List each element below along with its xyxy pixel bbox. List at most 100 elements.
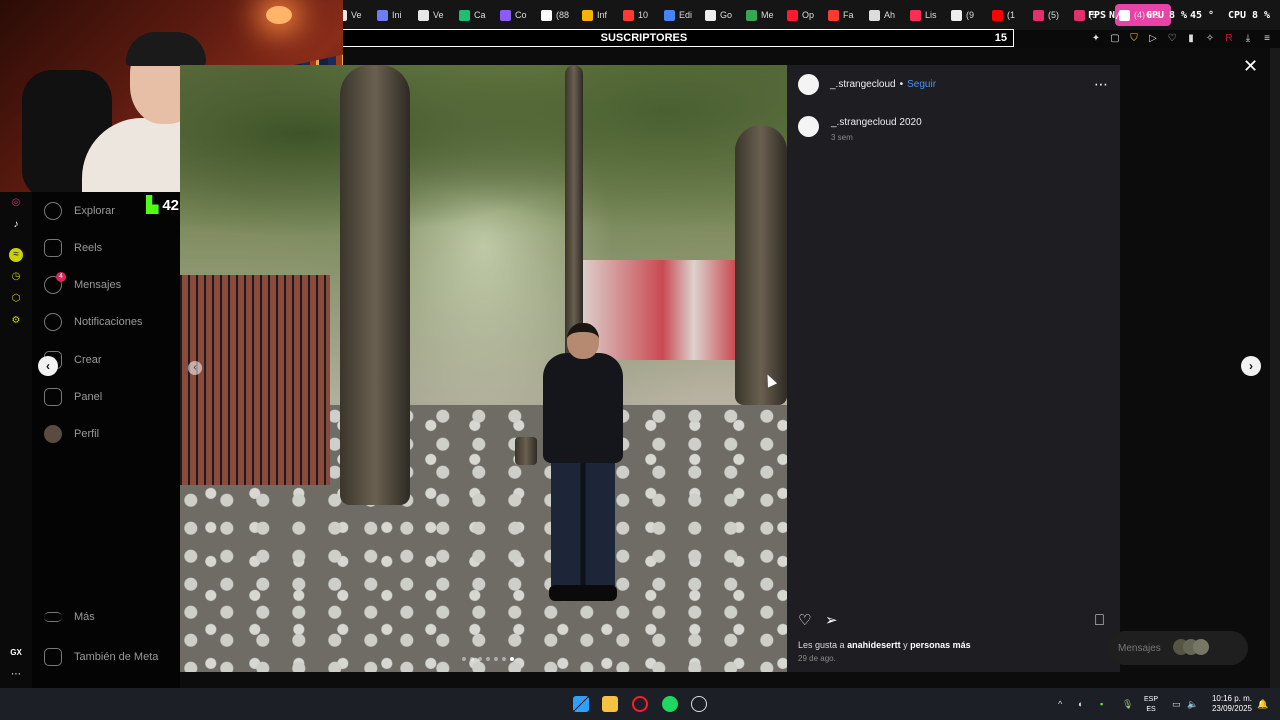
likes-more[interactable]: personas más bbox=[910, 640, 971, 650]
opera-gx-icon[interactable] bbox=[632, 696, 648, 712]
settings-icon[interactable]: ⚙ bbox=[9, 314, 23, 328]
sidebar-item-perfil[interactable]: Perfil bbox=[44, 425, 99, 443]
prev-post-button[interactable]: ‹ bbox=[38, 356, 58, 376]
file-explorer-icon[interactable] bbox=[602, 696, 618, 712]
tray-app-icon[interactable]: ◐ bbox=[1078, 699, 1083, 709]
sidebar-item-mas[interactable]: Más bbox=[44, 611, 95, 623]
microphone-icon[interactable]: 🎙 bbox=[1122, 699, 1133, 710]
tab-favicon-icon bbox=[1074, 9, 1085, 21]
menu-icon[interactable]: ≡ bbox=[1262, 34, 1272, 44]
browser-tab[interactable]: Me bbox=[746, 4, 787, 26]
sidebar-item-panel[interactable]: Panel bbox=[44, 388, 102, 406]
person-shoes bbox=[549, 585, 617, 601]
tab-favicon-icon bbox=[623, 9, 634, 21]
browser-tab[interactable]: 10 bbox=[623, 4, 664, 26]
more-options-icon[interactable]: ⋯ bbox=[1094, 77, 1108, 91]
rakuten-icon[interactable]: R bbox=[1224, 34, 1234, 44]
browser-tab[interactable]: (5) bbox=[1033, 4, 1074, 26]
tab-label: Ve bbox=[433, 10, 444, 20]
author-username[interactable]: _.strangecloud bbox=[830, 79, 896, 90]
browser-tab[interactable]: (9 bbox=[951, 4, 992, 26]
messages-pill[interactable]: Mensajes bbox=[1108, 631, 1248, 665]
carousel-prev-button[interactable]: ‹ bbox=[188, 361, 202, 375]
webcam-lamp bbox=[266, 6, 292, 24]
tab-label: (9 bbox=[966, 10, 975, 20]
chart-icon bbox=[44, 388, 62, 406]
play-icon[interactable]: ▷ bbox=[1148, 34, 1158, 44]
sidebar-item-reels[interactable]: Reels bbox=[44, 239, 102, 257]
tab-favicon-icon bbox=[746, 9, 757, 21]
system-clock[interactable]: 10:16 p. m. 23/09/2025 bbox=[1200, 694, 1252, 714]
tab-label: Me bbox=[761, 10, 774, 20]
spotify-taskbar-icon[interactable] bbox=[662, 696, 678, 712]
input-language[interactable]: ESP ES bbox=[1142, 695, 1160, 715]
tiktok-icon[interactable]: ♪ bbox=[9, 218, 23, 232]
shield-icon[interactable]: ⛉ bbox=[1129, 34, 1139, 44]
photo-tree-trunk bbox=[735, 125, 787, 405]
tab-label: Co bbox=[515, 10, 527, 20]
browser-tab[interactable]: Lis bbox=[910, 4, 951, 26]
sidebar-item-explorar[interactable]: Explorar bbox=[44, 202, 115, 220]
author-avatar[interactable] bbox=[798, 74, 819, 95]
puzzle-icon[interactable]: ✧ bbox=[1205, 34, 1215, 44]
photo-bollard bbox=[515, 437, 537, 465]
instagram-icon[interactable]: ◎ bbox=[9, 196, 23, 210]
browser-tab[interactable]: Co bbox=[500, 4, 541, 26]
volume-icon[interactable]: 🔈 bbox=[1187, 699, 1198, 710]
browser-tab[interactable]: Ve bbox=[418, 4, 459, 26]
messages-badge: 4 bbox=[56, 272, 66, 282]
chatgpt-icon[interactable] bbox=[691, 696, 707, 712]
bookmark-icon[interactable]: ⎕ bbox=[1095, 613, 1104, 628]
pin-icon[interactable]: ✦ bbox=[1091, 34, 1101, 44]
browser-tab[interactable]: Inf bbox=[582, 4, 623, 26]
snapshot-icon[interactable]: ▢ bbox=[1110, 34, 1120, 44]
sidebar-item-notificaciones[interactable]: Notificaciones bbox=[44, 313, 142, 331]
network-icon[interactable]: ▭ bbox=[1172, 699, 1181, 710]
sync-icon[interactable]: ⬡ bbox=[9, 292, 23, 306]
browser-tab[interactable]: (1 bbox=[992, 4, 1033, 26]
windows-start-icon[interactable] bbox=[573, 696, 589, 712]
browser-tab[interactable]: Edi bbox=[664, 4, 705, 26]
tray-kick-icon[interactable]: ▪ bbox=[1100, 699, 1103, 709]
extension-icon[interactable]: ▮ bbox=[1186, 34, 1196, 44]
tab-label: Op bbox=[802, 10, 815, 20]
notification-bell-icon[interactable]: 🔔 bbox=[1257, 699, 1268, 710]
browser-tab[interactable]: Ini bbox=[377, 4, 418, 26]
spotify-icon[interactable]: ≈ bbox=[9, 248, 23, 262]
browser-tab[interactable]: Ah bbox=[869, 4, 910, 26]
tab-label: (1 bbox=[1007, 10, 1016, 20]
likes-summary[interactable]: Les gusta a anahidesertt y personas más bbox=[798, 640, 971, 650]
browser-tab[interactable]: Go bbox=[705, 4, 746, 26]
photo-person bbox=[543, 323, 623, 605]
tab-label: Ve bbox=[351, 10, 362, 20]
page-scrollbar[interactable] bbox=[1270, 48, 1280, 688]
avatar-icon bbox=[44, 425, 62, 443]
caption-username[interactable]: _.strangecloud bbox=[831, 117, 897, 128]
more-icon[interactable]: ⋯ bbox=[9, 668, 23, 682]
share-icon[interactable]: ➢ bbox=[825, 613, 838, 628]
heart-icon[interactable]: ♡ bbox=[1167, 34, 1177, 44]
close-icon[interactable]: ✕ bbox=[1243, 57, 1258, 75]
likes-user[interactable]: anahidesertt bbox=[847, 640, 901, 650]
sidebar-item-meta[interactable]: También de Meta bbox=[44, 648, 158, 666]
sidebar-item-mensajes[interactable]: 4 Mensajes bbox=[44, 272, 121, 294]
tab-favicon-icon bbox=[705, 9, 716, 21]
follow-button[interactable]: Seguir bbox=[907, 79, 936, 90]
history-icon[interactable]: ◷ bbox=[9, 270, 23, 284]
download-icon[interactable]: ⤓ bbox=[1243, 34, 1253, 44]
person-jeans bbox=[551, 459, 615, 589]
browser-tab[interactable]: Op bbox=[787, 4, 828, 26]
browser-tab[interactable]: Fa bbox=[828, 4, 869, 26]
like-icon[interactable]: ♡ bbox=[798, 613, 811, 628]
browser-tab[interactable]: Ca bbox=[459, 4, 500, 26]
post-photo[interactable]: ‹ bbox=[180, 65, 787, 672]
tab-label: Ca bbox=[474, 10, 486, 20]
caption-avatar[interactable] bbox=[798, 116, 819, 137]
gx-label[interactable]: GX bbox=[9, 646, 23, 660]
tray-overflow-icon[interactable]: ^ bbox=[1058, 699, 1062, 709]
next-post-button[interactable]: › bbox=[1241, 356, 1261, 376]
browser-tab[interactable]: (88 bbox=[541, 4, 582, 26]
tab-label: Fa bbox=[843, 10, 854, 20]
tab-favicon-icon bbox=[951, 9, 962, 21]
carousel-dot bbox=[494, 657, 498, 661]
